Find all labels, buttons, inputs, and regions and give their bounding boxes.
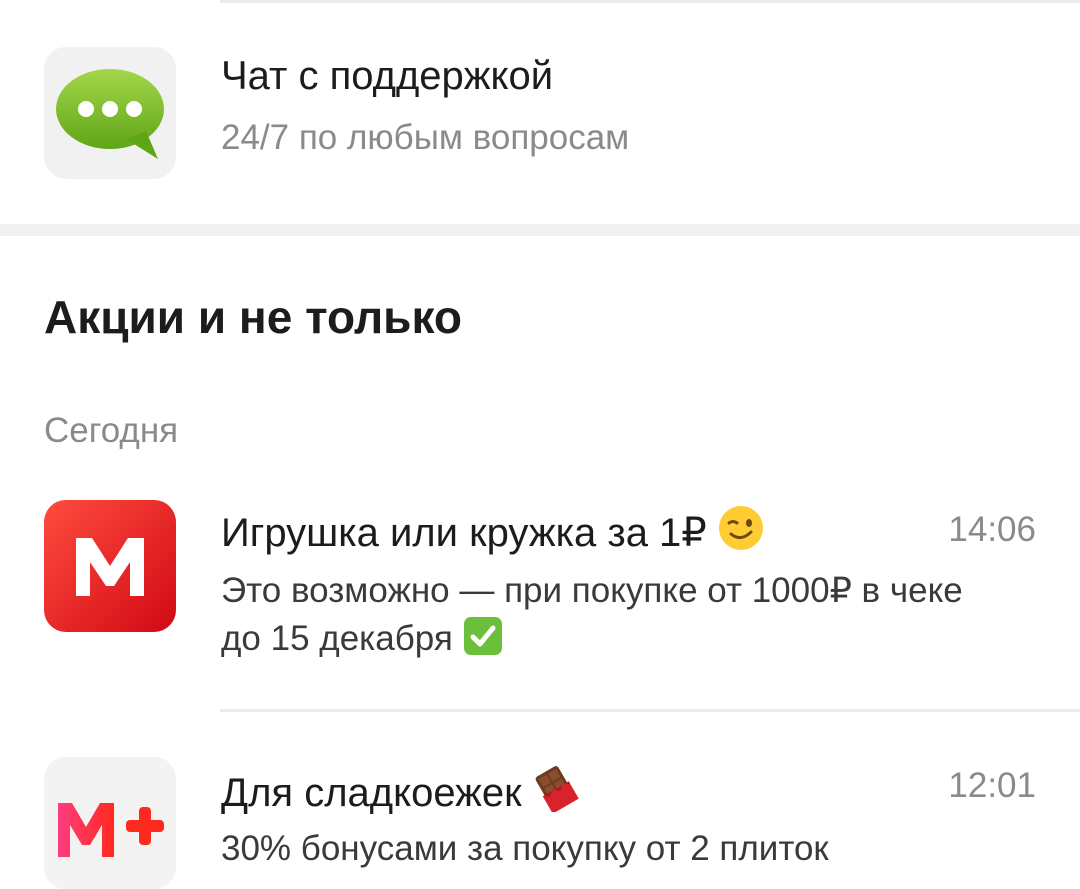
- promo-title-text: Игрушка или кружка за 1₽: [221, 511, 707, 555]
- promo-body-text: Это возможно — при покупке от 1000₽ в че…: [221, 571, 963, 658]
- support-chat-item[interactable]: Чат с поддержкой 24/7 по любым вопросам: [0, 0, 1080, 224]
- promo-body: 30% бонусами за покупку от 2 плиток: [221, 829, 829, 868]
- chocolate-bar-icon: [532, 762, 582, 822]
- promo-body: Это возможно — при покупке от 1000₽ в че…: [221, 567, 981, 669]
- section-separator: [0, 224, 1080, 236]
- promo-title-text: Для сладкоежек: [221, 771, 522, 815]
- magnit-plus-logo-icon: [44, 757, 176, 889]
- winking-face-icon: [717, 504, 765, 562]
- promo-item[interactable]: Игрушка или кружка за 1₽ 14:06 Это возмо…: [0, 480, 1080, 708]
- chat-bubble-icon: [44, 47, 176, 179]
- date-group-label: Сегодня: [44, 411, 179, 450]
- promotions-section-title: Акции и не только: [44, 291, 462, 343]
- promo-time: 12:01: [948, 766, 1036, 805]
- promo-title: Для сладкоежек: [221, 762, 582, 822]
- check-mark-button-icon: [463, 616, 503, 669]
- promo-item[interactable]: Для сладкоежек 12:01 30% бонусами за пок…: [0, 712, 1080, 889]
- promo-title: Игрушка или кружка за 1₽: [221, 504, 765, 562]
- support-chat-title: Чат с поддержкой: [221, 54, 554, 98]
- support-chat-subtitle: 24/7 по любым вопросам: [221, 118, 630, 157]
- magnit-logo-icon: [44, 500, 176, 632]
- promo-time: 14:06: [948, 510, 1036, 549]
